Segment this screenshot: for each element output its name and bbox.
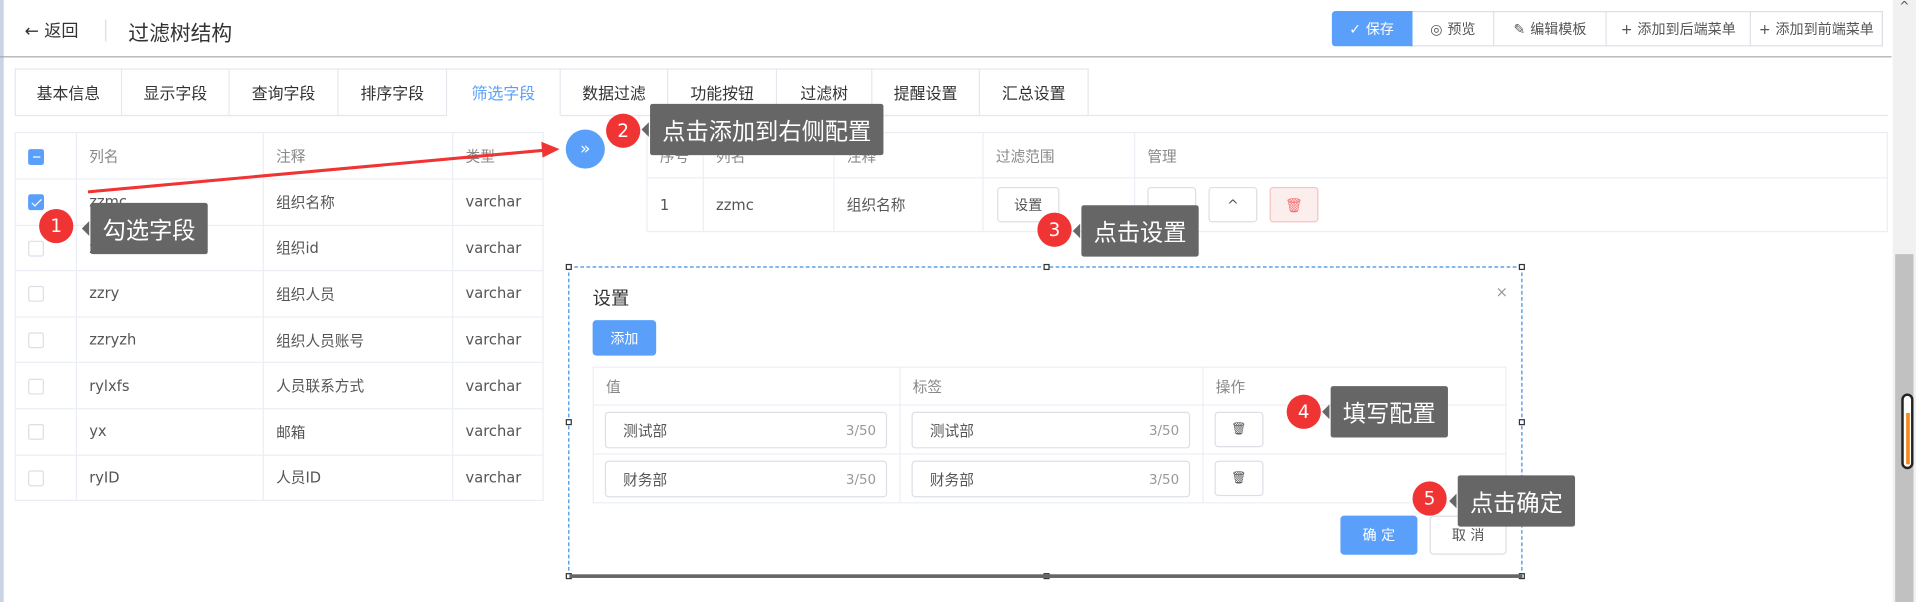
annotation-arrow: [87, 141, 560, 194]
callout-number: 4: [1286, 394, 1321, 429]
callout-label: 点击确定: [1449, 475, 1576, 527]
callout-label: 勾选字段: [81, 202, 208, 255]
callout-label: 点击设置: [1072, 205, 1199, 257]
callout-number: 3: [1037, 212, 1072, 247]
callout-label: 点击添加到右侧配置: [641, 103, 884, 156]
callout-number: 5: [1412, 481, 1447, 516]
callout-number: 1: [39, 208, 74, 244]
callout-number: 2: [606, 113, 641, 148]
callout-label: 填写配置: [1322, 386, 1448, 438]
